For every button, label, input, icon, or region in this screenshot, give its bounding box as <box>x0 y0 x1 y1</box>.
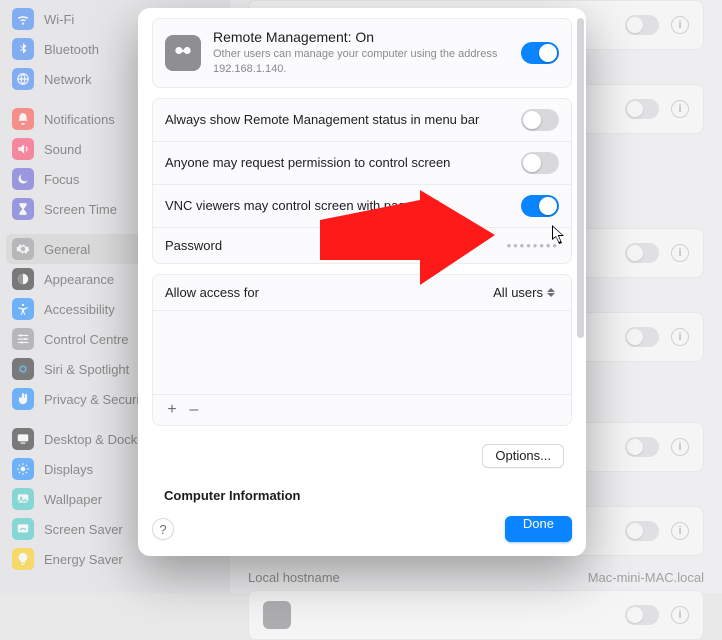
sidebar-item-label: Wi-Fi <box>44 12 74 27</box>
speaker-icon <box>12 138 34 160</box>
password-field[interactable]: •••••••• <box>507 238 559 253</box>
bluetooth-icon <box>12 38 34 60</box>
allow-access-value: All users <box>493 285 543 300</box>
sliders-icon <box>12 328 34 350</box>
info-icon[interactable]: i <box>671 328 689 346</box>
sidebar-item-label: Wallpaper <box>44 492 102 507</box>
siri-icon <box>12 358 34 380</box>
sidebar-item-label: General <box>44 242 90 257</box>
hand-icon <box>12 388 34 410</box>
computer-information-title: Computer Information <box>144 468 580 506</box>
done-button[interactable]: Done <box>505 516 572 542</box>
password-label: Password <box>165 238 495 253</box>
info-icon[interactable]: i <box>671 244 689 262</box>
sheet-footer: ? Done <box>138 506 586 556</box>
access-card: Allow access for All users + – <box>152 274 572 426</box>
option-label: VNC viewers may control screen with pass… <box>165 198 509 213</box>
sidebar-item-label: Control Centre <box>44 332 129 347</box>
sidebar-item-label: Notifications <box>44 112 115 127</box>
moon-icon <box>12 168 34 190</box>
sidebar-item-label: Displays <box>44 462 93 477</box>
info-icon[interactable]: i <box>671 606 689 624</box>
options-button[interactable]: Options... <box>482 444 564 468</box>
sidebar-item-label: Desktop & Dock <box>44 432 137 447</box>
chevron-updown-icon <box>547 285 559 299</box>
service-icon <box>263 601 291 629</box>
remove-user-button[interactable]: – <box>183 399 205 421</box>
toggle[interactable] <box>625 327 659 347</box>
service-row[interactable]: i <box>248 590 704 640</box>
remote-management-sheet: Remote Management: On Other users can ma… <box>138 8 586 556</box>
list-actions: + – <box>153 395 571 425</box>
menubar-status-toggle[interactable] <box>521 109 559 131</box>
info-icon[interactable]: i <box>671 522 689 540</box>
wifi-icon <box>12 8 34 30</box>
gear-icon <box>12 238 34 260</box>
toggle[interactable] <box>625 15 659 35</box>
header-subtitle: Other users can manage your computer usi… <box>213 47 509 77</box>
screensaver-icon <box>12 518 34 540</box>
hourglass-icon <box>12 198 34 220</box>
accessibility-icon <box>12 298 34 320</box>
scrollbar[interactable] <box>577 18 584 338</box>
info-icon[interactable]: i <box>671 16 689 34</box>
allow-access-select[interactable]: All users <box>493 285 559 300</box>
sidebar-item-label: Bluetooth <box>44 42 99 57</box>
header-title: Remote Management: On <box>213 29 509 45</box>
bell-icon <box>12 108 34 130</box>
sidebar-item-label: Siri & Spotlight <box>44 362 129 377</box>
help-button[interactable]: ? <box>152 518 174 540</box>
user-list[interactable] <box>153 311 571 395</box>
option-label: Always show Remote Management status in … <box>165 112 509 127</box>
network-icon <box>12 68 34 90</box>
options-card: Always show Remote Management status in … <box>152 98 572 264</box>
password-row: Password •••••••• <box>153 228 571 263</box>
allow-access-row: Allow access for All users <box>153 275 571 311</box>
vnc-password-toggle[interactable] <box>521 195 559 217</box>
appearance-icon <box>12 268 34 290</box>
option-row-vnc: VNC viewers may control screen with pass… <box>153 185 571 228</box>
option-row-menubar: Always show Remote Management status in … <box>153 99 571 142</box>
sidebar-item-label: Energy Saver <box>44 552 123 567</box>
info-icon[interactable]: i <box>671 438 689 456</box>
remote-management-toggle[interactable] <box>521 42 559 64</box>
request-permission-toggle[interactable] <box>521 152 559 174</box>
sidebar-item-label: Screen Time <box>44 202 117 217</box>
local-hostname-label: Local hostname <box>248 570 340 585</box>
option-row-request-permission: Anyone may request permission to control… <box>153 142 571 185</box>
local-hostname-value: Mac-mini-MAC.local <box>588 570 704 585</box>
sidebar-item-label: Screen Saver <box>44 522 123 537</box>
wallpaper-icon <box>12 488 34 510</box>
bulb-icon <box>12 548 34 570</box>
sidebar-item-label: Network <box>44 72 92 87</box>
displays-icon <box>12 458 34 480</box>
remote-management-icon <box>165 35 201 71</box>
header-text: Remote Management: On Other users can ma… <box>213 29 509 77</box>
desktop-icon <box>12 428 34 450</box>
local-hostname-row: Local hostname Mac-mini-MAC.local <box>248 570 704 585</box>
toggle[interactable] <box>625 521 659 541</box>
option-label: Anyone may request permission to control… <box>165 155 509 170</box>
toggle[interactable] <box>625 437 659 457</box>
sidebar-item-label: Focus <box>44 172 79 187</box>
toggle[interactable] <box>625 243 659 263</box>
allow-access-label: Allow access for <box>165 285 481 300</box>
header-card: Remote Management: On Other users can ma… <box>152 18 572 88</box>
info-icon[interactable]: i <box>671 100 689 118</box>
sidebar-item-label: Sound <box>44 142 82 157</box>
toggle[interactable] <box>625 605 659 625</box>
toggle[interactable] <box>625 99 659 119</box>
sidebar-item-label: Appearance <box>44 272 114 287</box>
add-user-button[interactable]: + <box>161 399 183 421</box>
sidebar-item-label: Privacy & Security <box>44 392 149 407</box>
sidebar-item-label: Accessibility <box>44 302 115 317</box>
